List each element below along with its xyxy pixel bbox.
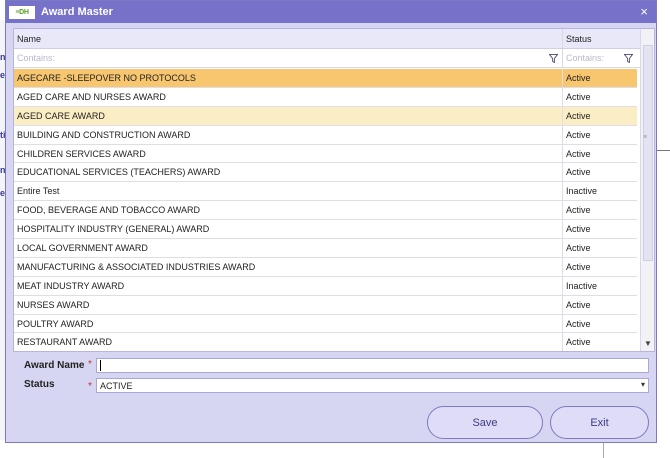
status-select[interactable]: ACTIVE ▾ bbox=[96, 378, 649, 393]
award-status-cell: Active bbox=[566, 167, 591, 178]
dialog-title: Award Master bbox=[41, 6, 113, 18]
column-header-status[interactable]: Status bbox=[563, 29, 637, 48]
award-status-cell: Active bbox=[566, 242, 591, 253]
table-row[interactable]: BUILDING AND CONSTRUCTION AWARD Active bbox=[14, 125, 637, 145]
grip-icon: ≡ bbox=[643, 134, 648, 141]
table-row[interactable]: AGECARE -SLEEPOVER NO PROTOCOLS Active bbox=[14, 69, 637, 88]
award-name-cell: CHILDREN SERVICES AWARD bbox=[14, 144, 563, 163]
grid-scrollbar[interactable]: ≡ ▼ bbox=[640, 29, 654, 351]
award-name-cell: NURSES AWARD bbox=[14, 295, 563, 314]
award-name-cell: EDUCATIONAL SERVICES (TEACHERS) AWARD bbox=[14, 163, 563, 182]
scrollbar-thumb[interactable] bbox=[643, 45, 653, 261]
name-filter-input[interactable]: Contains: bbox=[14, 49, 563, 67]
table-row[interactable]: EDUCATIONAL SERVICES (TEACHERS) AWARD Act… bbox=[14, 163, 637, 183]
table-row[interactable]: MANUFACTURING & ASSOCIATED INDUSTRIES AW… bbox=[14, 257, 637, 277]
exit-button[interactable]: Exit bbox=[550, 406, 649, 439]
filter-row: Contains: Contains: bbox=[14, 49, 654, 68]
table-row[interactable]: LOCAL GOVERNMENT AWARD Active bbox=[14, 239, 637, 258]
column-header-name[interactable]: Name bbox=[14, 29, 563, 48]
table-row[interactable]: MEAT INDUSTRY AWARD Inactive bbox=[14, 276, 637, 296]
award-name-cell: BUILDING AND CONSTRUCTION AWARD bbox=[14, 125, 563, 144]
award-name-cell: Entire Test bbox=[14, 182, 563, 201]
scroll-down-icon[interactable]: ▼ bbox=[644, 339, 652, 348]
dialog-titlebar[interactable]: ≡DH Award Master × bbox=[6, 1, 656, 23]
award-name-cell: AGECARE -SLEEPOVER NO PROTOCOLS bbox=[14, 69, 563, 87]
award-status-cell: Active bbox=[566, 72, 591, 83]
award-name-cell: AGED CARE AWARD bbox=[14, 106, 563, 125]
award-name-cell: FOOD, BEVERAGE AND TOBACCO AWARD bbox=[14, 201, 563, 220]
table-row[interactable]: AGED CARE AND NURSES AWARD Active bbox=[14, 87, 637, 107]
award-status-cell: Active bbox=[566, 224, 591, 235]
award-status-cell: Active bbox=[566, 91, 591, 102]
award-name-cell: POULTRY AWARD bbox=[14, 314, 563, 333]
awards-grid: Name Status Contains: Contains: AGECARE … bbox=[13, 28, 655, 352]
award-status-cell: Active bbox=[566, 337, 591, 348]
award-name-cell: HOSPITALITY INDUSTRY (GENERAL) AWARD bbox=[14, 220, 563, 239]
award-name-cell: AGED CARE AND NURSES AWARD bbox=[14, 87, 563, 106]
award-name-cell: LOCAL GOVERNMENT AWARD bbox=[14, 239, 563, 257]
award-name-cell: RESTAURANT AWARD bbox=[14, 333, 563, 351]
status-selected-value: ACTIVE bbox=[100, 380, 133, 391]
required-marker: * bbox=[88, 381, 92, 392]
save-button[interactable]: Save bbox=[427, 406, 543, 439]
table-row[interactable]: RESTAURANT AWARD Active bbox=[14, 333, 637, 351]
filter-icon[interactable] bbox=[624, 53, 633, 63]
text-caret bbox=[100, 360, 101, 371]
table-row[interactable]: Entire Test Inactive bbox=[14, 182, 637, 202]
filter-placeholder: Contains: bbox=[17, 53, 56, 63]
award-name-cell: MANUFACTURING & ASSOCIATED INDUSTRIES AW… bbox=[14, 257, 563, 276]
award-name-cell: MEAT INDUSTRY AWARD bbox=[14, 276, 563, 295]
award-status-cell: Active bbox=[566, 299, 591, 310]
required-marker: * bbox=[88, 359, 92, 370]
award-status-cell: Active bbox=[566, 261, 591, 272]
award-status-cell: Inactive bbox=[566, 280, 598, 291]
award-status-cell: Active bbox=[566, 148, 591, 159]
award-name-input[interactable] bbox=[96, 358, 649, 373]
filter-placeholder: Contains: bbox=[566, 53, 605, 63]
chevron-down-icon[interactable]: ▾ bbox=[641, 380, 645, 389]
table-row[interactable]: AGED CARE AWARD Active bbox=[14, 106, 637, 126]
grid-header: Name Status bbox=[14, 29, 654, 49]
grid-rows: AGECARE -SLEEPOVER NO PROTOCOLS Active AGE… bbox=[14, 69, 637, 351]
app-logo: ≡DH bbox=[9, 5, 35, 19]
table-row[interactable]: CHILDREN SERVICES AWARD Active bbox=[14, 144, 637, 164]
award-status-cell: Active bbox=[566, 318, 591, 329]
status-label: Status bbox=[24, 379, 55, 390]
award-status-cell: Active bbox=[566, 205, 591, 216]
table-row[interactable]: FOOD, BEVERAGE AND TOBACCO AWARD Active bbox=[14, 201, 637, 221]
filter-icon[interactable] bbox=[549, 53, 558, 63]
award-status-cell: Inactive bbox=[566, 186, 598, 197]
close-icon[interactable]: × bbox=[640, 4, 648, 19]
status-filter-input[interactable]: Contains: bbox=[563, 49, 637, 67]
award-name-label: Award Name bbox=[24, 360, 85, 371]
award-master-dialog: ≡DH Award Master × Name Status Contains:… bbox=[5, 0, 657, 443]
background-divider bbox=[655, 150, 670, 151]
table-row[interactable]: HOSPITALITY INDUSTRY (GENERAL) AWARD Acti… bbox=[14, 220, 637, 240]
table-row[interactable]: POULTRY AWARD Active bbox=[14, 314, 637, 334]
award-status-cell: Active bbox=[566, 129, 591, 140]
award-status-cell: Active bbox=[566, 110, 591, 121]
table-row[interactable]: NURSES AWARD Active bbox=[14, 295, 637, 315]
